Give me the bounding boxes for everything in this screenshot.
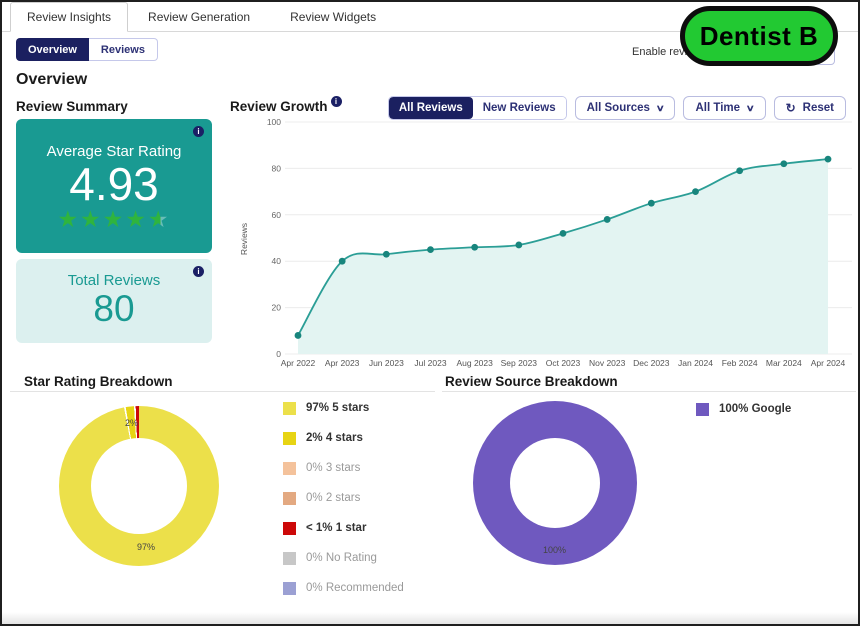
legend-item[interactable]: 97% 5 stars: [283, 401, 425, 415]
reset-icon: ↻: [786, 101, 796, 115]
legend-label: < 1% 1 star: [306, 522, 366, 534]
svg-text:Apr 2022: Apr 2022: [281, 358, 316, 368]
page-title: Overview: [16, 71, 87, 89]
star-rating-donut-chart[interactable]: 2% 97%: [59, 406, 219, 566]
svg-text:80: 80: [272, 163, 282, 173]
info-icon[interactable]: i: [193, 126, 204, 137]
all-reviews-button[interactable]: All Reviews: [389, 97, 473, 119]
tab-review-insights[interactable]: Review Insights: [10, 2, 128, 32]
info-icon[interactable]: i: [193, 266, 204, 277]
legend-swatch: [283, 522, 296, 535]
svg-text:Jun 2023: Jun 2023: [369, 358, 404, 368]
svg-text:60: 60: [272, 210, 282, 220]
legend-swatch: [283, 462, 296, 475]
legend-swatch: [283, 552, 296, 565]
svg-text:Feb 2024: Feb 2024: [722, 358, 758, 368]
review-source-donut-chart[interactable]: 100%: [473, 401, 637, 565]
toggle-reviews[interactable]: Reviews: [89, 38, 158, 61]
svg-text:Aug 2023: Aug 2023: [456, 358, 493, 368]
chevron-down-icon: ∨: [746, 103, 755, 114]
divider: [10, 391, 435, 392]
svg-text:Nov 2023: Nov 2023: [589, 358, 626, 368]
legend-item[interactable]: 0% 3 stars: [283, 461, 425, 475]
legend-label: 0% 2 stars: [306, 492, 360, 504]
legend-label: 0% Recommended: [306, 582, 404, 594]
review-growth-title: Review Growthi: [230, 99, 342, 114]
tab-review-generation[interactable]: Review Generation: [128, 2, 270, 31]
star-breakdown-title: Star Rating Breakdown: [24, 374, 173, 389]
svg-text:Apr 2024: Apr 2024: [811, 358, 846, 368]
svg-text:20: 20: [272, 303, 282, 313]
legend-item[interactable]: < 1% 1 star: [283, 521, 425, 535]
legend-item[interactable]: 0% No Rating: [283, 551, 425, 565]
legend-swatch: [283, 402, 296, 415]
svg-text:Sep 2023: Sep 2023: [501, 358, 538, 368]
source-breakdown-title: Review Source Breakdown: [445, 374, 618, 389]
info-icon[interactable]: i: [331, 96, 342, 107]
legend-item[interactable]: 0% 2 stars: [283, 491, 425, 505]
svg-text:Jan 2024: Jan 2024: [678, 358, 713, 368]
legend-label: 97% 5 stars: [306, 402, 369, 414]
donut-slice-label: 2%: [125, 418, 138, 428]
toggle-overview[interactable]: Overview: [16, 38, 89, 61]
legend-item[interactable]: 0% Recommended: [283, 581, 425, 595]
total-reviews-card: i Total Reviews 80: [16, 259, 212, 343]
average-star-rating-card: i Average Star Rating 4.93 ★★★★★: [16, 119, 212, 253]
legend-label: 0% 3 stars: [306, 462, 360, 474]
divider: [442, 391, 856, 392]
legend-label: 0% No Rating: [306, 552, 377, 564]
svg-text:Jul 2023: Jul 2023: [414, 358, 446, 368]
review-summary-title: Review Summary: [16, 99, 128, 114]
total-reviews-label: Total Reviews: [68, 272, 161, 289]
svg-text:Mar 2024: Mar 2024: [766, 358, 802, 368]
donut-slice-label: 100%: [543, 545, 566, 555]
new-reviews-button[interactable]: New Reviews: [473, 97, 566, 119]
page-bottom-fade: [2, 612, 858, 624]
legend-label: 2% 4 stars: [306, 432, 363, 444]
legend-swatch: [283, 432, 296, 445]
tab-review-widgets[interactable]: Review Widgets: [270, 2, 396, 31]
svg-text:Apr 2023: Apr 2023: [325, 358, 360, 368]
total-reviews-value: 80: [93, 289, 134, 330]
legend-item[interactable]: 100% Google: [696, 402, 791, 416]
star-rating-icons: ★★★★★: [57, 208, 170, 231]
legend-swatch: [696, 403, 709, 416]
avg-rating-value: 4.93: [69, 160, 159, 208]
dentist-b-annotation-badge: Dentist B: [680, 6, 838, 66]
legend-swatch: [283, 492, 296, 505]
svg-text:Dec 2023: Dec 2023: [633, 358, 670, 368]
enable-review-label: Enable revi: [632, 46, 687, 58]
svg-text:Reviews: Reviews: [239, 223, 249, 255]
svg-text:40: 40: [272, 256, 282, 266]
review-growth-chart[interactable]: 020406080100ReviewsApr 2022Apr 2023Jun 2…: [237, 117, 857, 369]
chevron-down-icon: ∨: [656, 103, 665, 114]
legend-swatch: [283, 582, 296, 595]
svg-text:100: 100: [267, 117, 281, 127]
svg-text:Oct 2023: Oct 2023: [546, 358, 581, 368]
donut-slice-label: 97%: [137, 542, 155, 552]
view-toggle: Overview Reviews: [16, 38, 158, 61]
legend-item[interactable]: 2% 4 stars: [283, 431, 425, 445]
star-breakdown-legend: 97% 5 stars 2% 4 stars 0% 3 stars 0% 2 star…: [283, 401, 425, 625]
source-breakdown-legend: 100% Google: [696, 402, 791, 416]
app-window: Review Insights Review Generation Review…: [0, 0, 860, 626]
legend-label: 100% Google: [719, 403, 791, 415]
